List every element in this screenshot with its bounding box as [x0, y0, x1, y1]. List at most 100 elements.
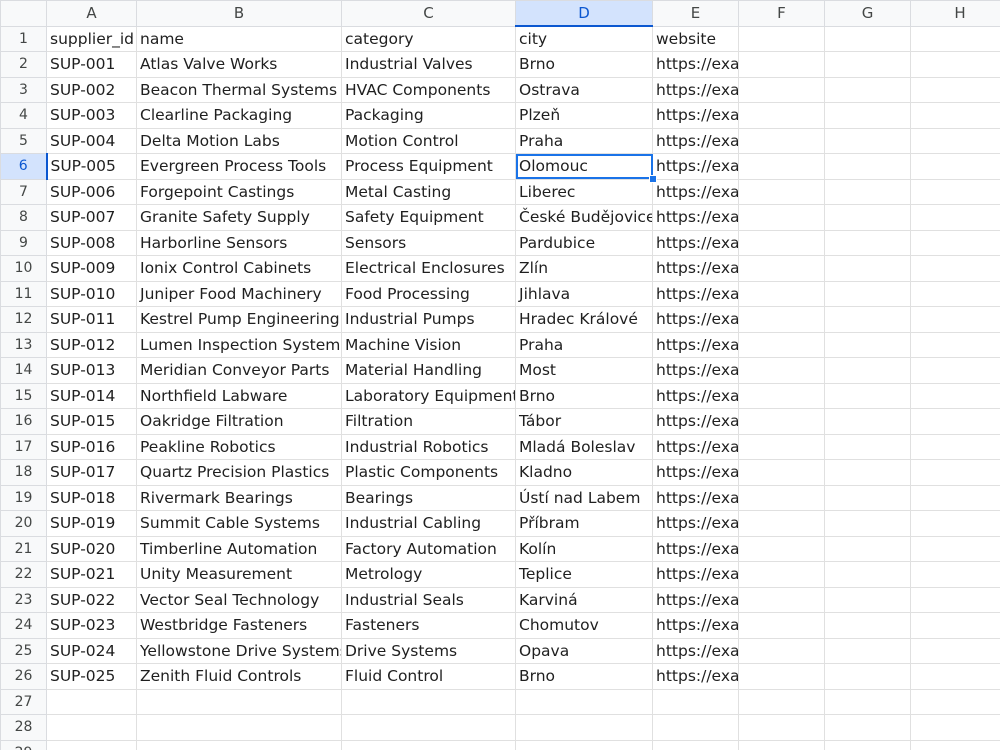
row-header[interactable]: 23	[0, 586, 47, 613]
cell-h4[interactable]	[910, 102, 1000, 129]
cell-g19[interactable]	[824, 484, 911, 511]
cell-b19[interactable]: Rivermark Bearings	[136, 484, 342, 511]
row-header[interactable]: 2	[0, 51, 47, 78]
cell-e12[interactable]: https://example.invalid/kestrel-pump	[652, 306, 739, 333]
cell-f11[interactable]	[738, 280, 825, 307]
cell-c19[interactable]: Bearings	[341, 484, 516, 511]
cell-d27[interactable]	[515, 688, 653, 715]
cell-g18[interactable]	[824, 459, 911, 486]
cell-d28[interactable]	[515, 714, 653, 741]
column-header-h[interactable]: H	[910, 0, 1000, 27]
cell-c16[interactable]: Filtration	[341, 408, 516, 435]
cell-h23[interactable]	[910, 586, 1000, 613]
cell-h28[interactable]	[910, 714, 1000, 741]
cell-f26[interactable]	[738, 663, 825, 690]
cell-d2[interactable]: Brno	[515, 51, 653, 78]
cell-f2[interactable]	[738, 51, 825, 78]
column-header-b[interactable]: B	[136, 0, 342, 27]
cell-d19[interactable]: Ústí nad Labem	[515, 484, 653, 511]
cell-c9[interactable]: Sensors	[341, 229, 516, 256]
row-header[interactable]: 8	[0, 204, 47, 231]
cell-b9[interactable]: Harborline Sensors	[136, 229, 342, 256]
cell-b7[interactable]: Forgepoint Castings	[136, 178, 342, 205]
cell-a15[interactable]: SUP-014	[46, 382, 137, 409]
cell-e2[interactable]: https://example.invalid/atlas-valve	[652, 51, 739, 78]
cell-b23[interactable]: Vector Seal Technology	[136, 586, 342, 613]
cell-b6[interactable]: Evergreen Process Tools	[136, 153, 342, 180]
cell-g29[interactable]	[824, 739, 911, 750]
cell-a3[interactable]: SUP-002	[46, 76, 137, 103]
cell-f10[interactable]	[738, 255, 825, 282]
cell-h3[interactable]	[910, 76, 1000, 103]
cell-c15[interactable]: Laboratory Equipment	[341, 382, 516, 409]
cell-e26[interactable]: https://example.invalid/zenith-fluid	[652, 663, 739, 690]
cell-h18[interactable]	[910, 459, 1000, 486]
cell-b11[interactable]: Juniper Food Machinery	[136, 280, 342, 307]
cell-d9[interactable]: Pardubice	[515, 229, 653, 256]
cell-e9[interactable]: https://example.invalid/harborline	[652, 229, 739, 256]
cell-f3[interactable]	[738, 76, 825, 103]
cell-c21[interactable]: Factory Automation	[341, 535, 516, 562]
cell-f21[interactable]	[738, 535, 825, 562]
cell-g3[interactable]	[824, 76, 911, 103]
cell-b18[interactable]: Quartz Precision Plastics	[136, 459, 342, 486]
cell-e1[interactable]: website	[652, 25, 739, 52]
cell-b10[interactable]: Ionix Control Cabinets	[136, 255, 342, 282]
row-header[interactable]: 13	[0, 331, 47, 358]
cell-a4[interactable]: SUP-003	[46, 102, 137, 129]
cell-c17[interactable]: Industrial Robotics	[341, 433, 516, 460]
cell-h27[interactable]	[910, 688, 1000, 715]
row-header[interactable]: 3	[0, 76, 47, 103]
cell-d29[interactable]	[515, 739, 653, 750]
cell-g14[interactable]	[824, 357, 911, 384]
cell-b21[interactable]: Timberline Automation	[136, 535, 342, 562]
cell-g10[interactable]	[824, 255, 911, 282]
cell-f14[interactable]	[738, 357, 825, 384]
cell-a16[interactable]: SUP-015	[46, 408, 137, 435]
cell-g11[interactable]	[824, 280, 911, 307]
cell-b13[interactable]: Lumen Inspection Systems	[136, 331, 342, 358]
cell-b28[interactable]	[136, 714, 342, 741]
cell-f1[interactable]	[738, 25, 825, 52]
cell-a6[interactable]: SUP-005	[46, 153, 137, 180]
cell-h24[interactable]	[910, 612, 1000, 639]
cell-g7[interactable]	[824, 178, 911, 205]
cell-a12[interactable]: SUP-011	[46, 306, 137, 333]
cell-f9[interactable]	[738, 229, 825, 256]
cell-h22[interactable]	[910, 561, 1000, 588]
cell-d10[interactable]: Zlín	[515, 255, 653, 282]
cell-f29[interactable]	[738, 739, 825, 750]
cell-f20[interactable]	[738, 510, 825, 537]
cell-h7[interactable]	[910, 178, 1000, 205]
column-header-c[interactable]: C	[341, 0, 516, 27]
cell-g28[interactable]	[824, 714, 911, 741]
cell-g4[interactable]	[824, 102, 911, 129]
row-header[interactable]: 24	[0, 612, 47, 639]
cell-c20[interactable]: Industrial Cabling	[341, 510, 516, 537]
cell-d18[interactable]: Kladno	[515, 459, 653, 486]
cell-g20[interactable]	[824, 510, 911, 537]
cell-c14[interactable]: Material Handling	[341, 357, 516, 384]
cell-e25[interactable]: https://example.invalid/yellowstone-driv…	[652, 637, 739, 664]
cell-c5[interactable]: Motion Control	[341, 127, 516, 154]
cell-a14[interactable]: SUP-013	[46, 357, 137, 384]
cell-a18[interactable]: SUP-017	[46, 459, 137, 486]
cell-a26[interactable]: SUP-025	[46, 663, 137, 690]
row-header[interactable]: 12	[0, 306, 47, 333]
cell-e24[interactable]: https://example.invalid/westbridge-faste…	[652, 612, 739, 639]
cell-a9[interactable]: SUP-008	[46, 229, 137, 256]
cell-f7[interactable]	[738, 178, 825, 205]
cell-h16[interactable]	[910, 408, 1000, 435]
cell-a21[interactable]: SUP-020	[46, 535, 137, 562]
cell-e19[interactable]: https://example.invalid/rivermark-bearin…	[652, 484, 739, 511]
cell-d22[interactable]: Teplice	[515, 561, 653, 588]
cell-b2[interactable]: Atlas Valve Works	[136, 51, 342, 78]
row-header[interactable]: 19	[0, 484, 47, 511]
column-header-d[interactable]: D	[515, 0, 653, 27]
cell-b17[interactable]: Peakline Robotics	[136, 433, 342, 460]
cell-e20[interactable]: https://example.invalid/summit-cable	[652, 510, 739, 537]
row-header[interactable]: 28	[0, 714, 47, 741]
row-header[interactable]: 25	[0, 637, 47, 664]
row-header[interactable]: 27	[0, 688, 47, 715]
cell-c13[interactable]: Machine Vision	[341, 331, 516, 358]
